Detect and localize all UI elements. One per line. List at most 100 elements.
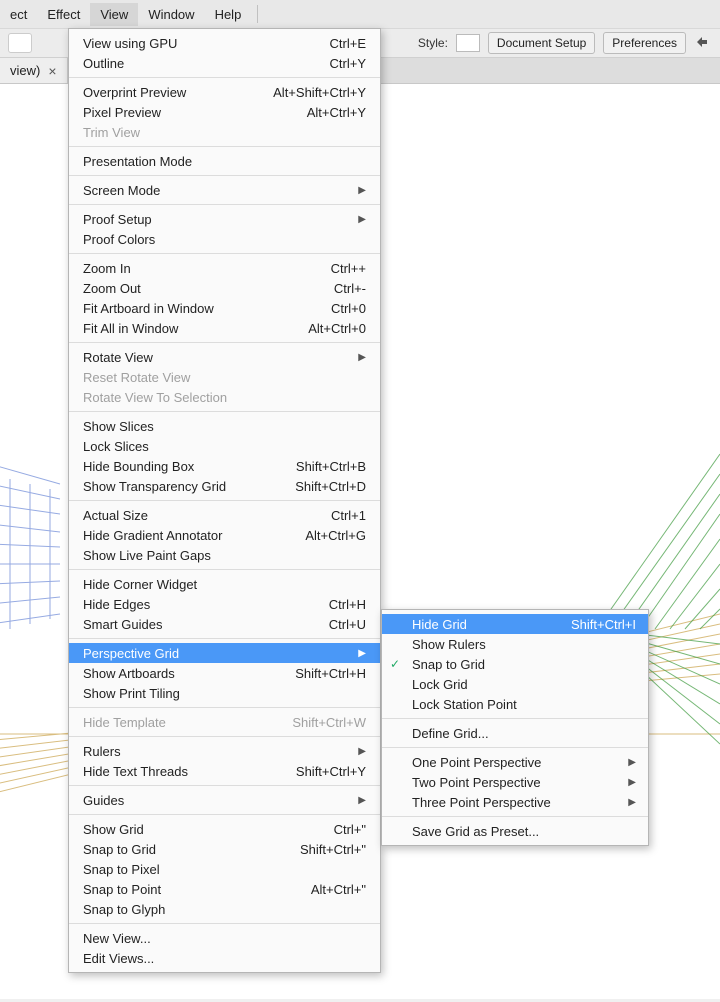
menu-item-overprint-preview[interactable]: Overprint PreviewAlt+Shift+Ctrl+Y xyxy=(69,82,380,102)
submenu-arrow-icon: ▶ xyxy=(628,797,636,808)
submenu-arrow-icon: ▶ xyxy=(358,795,366,806)
submenu-arrow-icon: ▶ xyxy=(358,214,366,225)
menu-item-fit-artboard-in-window[interactable]: Fit Artboard in WindowCtrl+0 xyxy=(69,298,380,318)
close-icon[interactable]: × xyxy=(48,63,56,79)
menu-item-show-artboards[interactable]: Show ArtboardsShift+Ctrl+H xyxy=(69,663,380,683)
menu-separator xyxy=(69,77,380,78)
menu-item-shortcut: Ctrl++ xyxy=(331,261,366,276)
submenu-item-snap-to-grid[interactable]: ✓Snap to Grid xyxy=(382,654,648,674)
submenu-item-lock-station-point[interactable]: Lock Station Point xyxy=(382,694,648,714)
menu-view[interactable]: View xyxy=(90,3,138,26)
menu-item-show-grid[interactable]: Show GridCtrl+" xyxy=(69,819,380,839)
menu-separator xyxy=(382,718,648,719)
menu-item-actual-size[interactable]: Actual SizeCtrl+1 xyxy=(69,505,380,525)
menu-item-view-using-gpu[interactable]: View using GPUCtrl+E xyxy=(69,33,380,53)
style-swatch[interactable] xyxy=(456,34,480,52)
menu-separator xyxy=(69,411,380,412)
menu-select-cropped[interactable]: ect xyxy=(0,3,37,26)
submenu-item-label: Save Grid as Preset... xyxy=(412,824,539,839)
menu-item-hide-bounding-box[interactable]: Hide Bounding BoxShift+Ctrl+B xyxy=(69,456,380,476)
menu-item-label: Screen Mode xyxy=(83,183,160,198)
menu-item-label: Hide Edges xyxy=(83,597,150,612)
menu-item-hide-template: Hide TemplateShift+Ctrl+W xyxy=(69,712,380,732)
menu-item-trim-view: Trim View xyxy=(69,122,380,142)
preferences-button[interactable]: Preferences xyxy=(603,32,686,54)
menu-separator xyxy=(69,204,380,205)
submenu-item-one-point-perspective[interactable]: One Point Perspective▶ xyxy=(382,752,648,772)
menu-item-label: Rotate View xyxy=(83,350,153,365)
menu-item-label: Fit All in Window xyxy=(83,321,178,336)
menu-item-shortcut: Ctrl+1 xyxy=(331,508,366,523)
menu-item-fit-all-in-window[interactable]: Fit All in WindowAlt+Ctrl+0 xyxy=(69,318,380,338)
check-icon: ✓ xyxy=(390,657,400,671)
submenu-item-three-point-perspective[interactable]: Three Point Perspective▶ xyxy=(382,792,648,812)
document-tab[interactable]: view) × xyxy=(0,58,68,83)
menu-item-show-live-paint-gaps[interactable]: Show Live Paint Gaps xyxy=(69,545,380,565)
menu-item-proof-setup[interactable]: Proof Setup▶ xyxy=(69,209,380,229)
submenu-item-define-grid[interactable]: Define Grid... xyxy=(382,723,648,743)
menu-item-new-view[interactable]: New View... xyxy=(69,928,380,948)
menu-help[interactable]: Help xyxy=(205,3,252,26)
menu-item-label: Zoom In xyxy=(83,261,131,276)
menu-item-edit-views[interactable]: Edit Views... xyxy=(69,948,380,968)
menu-item-proof-colors[interactable]: Proof Colors xyxy=(69,229,380,249)
menu-item-outline[interactable]: OutlineCtrl+Y xyxy=(69,53,380,73)
menu-item-zoom-in[interactable]: Zoom In Ctrl++ xyxy=(69,258,380,278)
submenu-item-save-grid-as-preset[interactable]: Save Grid as Preset... xyxy=(382,821,648,841)
menu-item-smart-guides[interactable]: Smart GuidesCtrl+U xyxy=(69,614,380,634)
menu-item-show-slices[interactable]: Show Slices xyxy=(69,416,380,436)
menu-item-perspective-grid[interactable]: Perspective Grid▶ xyxy=(69,643,380,663)
submenu-item-show-rulers[interactable]: Show Rulers xyxy=(382,634,648,654)
menu-item-hide-text-threads[interactable]: Hide Text Threads Shift+Ctrl+Y xyxy=(69,761,380,781)
menu-window[interactable]: Window xyxy=(138,3,204,26)
menu-item-snap-to-grid[interactable]: Snap to GridShift+Ctrl+" xyxy=(69,839,380,859)
menu-item-label: Hide Text Threads xyxy=(83,764,188,779)
menu-item-hide-corner-widget[interactable]: Hide Corner Widget xyxy=(69,574,380,594)
menu-item-label: Show Grid xyxy=(83,822,144,837)
submenu-item-label: Hide Grid xyxy=(412,617,467,632)
menu-item-label: Presentation Mode xyxy=(83,154,192,169)
menu-item-show-transparency-grid[interactable]: Show Transparency GridShift+Ctrl+D xyxy=(69,476,380,496)
menu-item-show-print-tiling[interactable]: Show Print Tiling xyxy=(69,683,380,703)
menu-item-hide-edges[interactable]: Hide Edges Ctrl+H xyxy=(69,594,380,614)
pin-icon[interactable] xyxy=(694,34,712,52)
submenu-arrow-icon: ▶ xyxy=(358,746,366,757)
submenu-arrow-icon: ▶ xyxy=(628,757,636,768)
menu-item-guides[interactable]: Guides▶ xyxy=(69,790,380,810)
menu-item-shortcut: Shift+Ctrl+" xyxy=(300,842,366,857)
menu-item-label: Show Print Tiling xyxy=(83,686,180,701)
submenu-item-two-point-perspective[interactable]: Two Point Perspective▶ xyxy=(382,772,648,792)
menu-item-rulers[interactable]: Rulers ▶ xyxy=(69,741,380,761)
menu-separator xyxy=(69,500,380,501)
menu-item-snap-to-pixel[interactable]: Snap to Pixel xyxy=(69,859,380,879)
submenu-arrow-icon: ▶ xyxy=(358,185,366,196)
menu-item-hide-gradient-annotator[interactable]: Hide Gradient AnnotatorAlt+Ctrl+G xyxy=(69,525,380,545)
submenu-item-label: Show Rulers xyxy=(412,637,486,652)
menu-item-pixel-preview[interactable]: Pixel PreviewAlt+Ctrl+Y xyxy=(69,102,380,122)
menu-item-lock-slices[interactable]: Lock Slices xyxy=(69,436,380,456)
submenu-item-lock-grid[interactable]: Lock Grid xyxy=(382,674,648,694)
swatch-button[interactable] xyxy=(8,33,32,53)
menu-item-label: Hide Bounding Box xyxy=(83,459,194,474)
menu-item-zoom-out[interactable]: Zoom OutCtrl+- xyxy=(69,278,380,298)
submenu-item-hide-grid[interactable]: Hide GridShift+Ctrl+I xyxy=(382,614,648,634)
menu-item-label: Rotate View To Selection xyxy=(83,390,227,405)
menu-item-shortcut: Shift+Ctrl+W xyxy=(292,715,366,730)
document-setup-button[interactable]: Document Setup xyxy=(488,32,595,54)
menu-item-shortcut: Shift+Ctrl+Y xyxy=(296,764,366,779)
menu-item-presentation-mode[interactable]: Presentation Mode xyxy=(69,151,380,171)
menu-effect[interactable]: Effect xyxy=(37,3,90,26)
menu-item-label: Fit Artboard in Window xyxy=(83,301,214,316)
menu-item-snap-to-glyph[interactable]: Snap to Glyph xyxy=(69,899,380,919)
menu-item-shortcut: Ctrl+H xyxy=(329,597,366,612)
menu-item-label: Show Live Paint Gaps xyxy=(83,548,211,563)
submenu-arrow-icon: ▶ xyxy=(358,648,366,659)
menu-item-rotate-view[interactable]: Rotate View▶ xyxy=(69,347,380,367)
menu-item-screen-mode[interactable]: Screen Mode ▶ xyxy=(69,180,380,200)
menu-item-label: Rulers xyxy=(83,744,121,759)
menu-item-label: Hide Gradient Annotator xyxy=(83,528,222,543)
menu-separator xyxy=(69,814,380,815)
menu-divider xyxy=(257,5,258,23)
menu-item-snap-to-point[interactable]: Snap to PointAlt+Ctrl+" xyxy=(69,879,380,899)
menu-item-shortcut: Shift+Ctrl+H xyxy=(295,666,366,681)
